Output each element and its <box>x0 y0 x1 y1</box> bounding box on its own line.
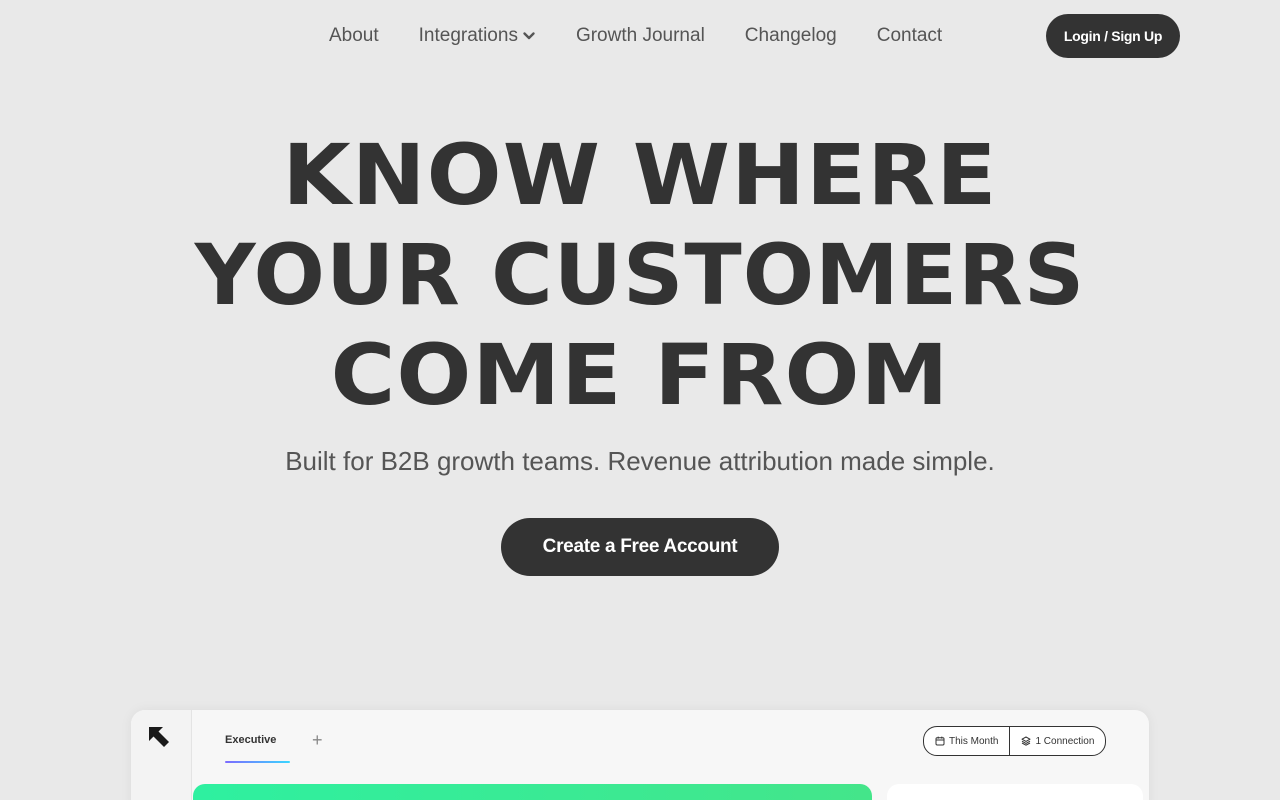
preview-filters: This Month 1 Connection <box>923 726 1107 756</box>
nav-links: About Integrations Growth Journal Change… <box>329 24 942 48</box>
top-nav: About Integrations Growth Journal Change… <box>0 14 1280 58</box>
layers-icon <box>1021 736 1031 746</box>
tab-executive[interactable]: Executive <box>225 734 276 746</box>
logo-arrow-icon <box>149 727 169 747</box>
hero-title-line-2: YOUR CUSTOMERS <box>194 226 1086 324</box>
date-range-filter-label: This Month <box>949 735 999 747</box>
create-free-account-button[interactable]: Create a Free Account <box>501 518 779 576</box>
connection-filter[interactable]: 1 Connection <box>1009 727 1105 755</box>
date-range-filter[interactable]: This Month <box>924 727 1009 755</box>
preview-side-card <box>887 784 1143 800</box>
chevron-down-icon <box>523 32 535 40</box>
nav-link-integrations-label: Integrations <box>418 25 518 46</box>
nav-link-contact[interactable]: Contact <box>877 24 942 48</box>
hero-title: KNOW WHERE YOUR CUSTOMERS COME FROM <box>0 125 1280 425</box>
login-signup-button[interactable]: Login / Sign Up <box>1046 14 1180 58</box>
nav-link-integrations[interactable]: Integrations <box>419 24 536 48</box>
nav-link-about[interactable]: About <box>329 24 379 48</box>
nav-link-growth-journal[interactable]: Growth Journal <box>576 24 705 48</box>
calendar-icon <box>935 736 945 746</box>
active-tab-indicator <box>225 761 290 763</box>
preview-sidebar <box>131 710 192 800</box>
hero-subtitle: Built for B2B growth teams. Revenue attr… <box>285 446 995 476</box>
nav-link-changelog[interactable]: Changelog <box>745 24 837 48</box>
add-tab-button[interactable]: + <box>312 730 323 750</box>
hero-title-line-1: KNOW WHERE <box>282 126 998 224</box>
dashboard-preview: Executive + This Month 1 Connection <box>131 710 1149 800</box>
preview-metric-card <box>193 784 872 800</box>
landing-page: About Integrations Growth Journal Change… <box>0 0 1280 800</box>
hero-title-line-3: COME FROM <box>330 326 950 424</box>
connection-filter-label: 1 Connection <box>1035 735 1095 747</box>
